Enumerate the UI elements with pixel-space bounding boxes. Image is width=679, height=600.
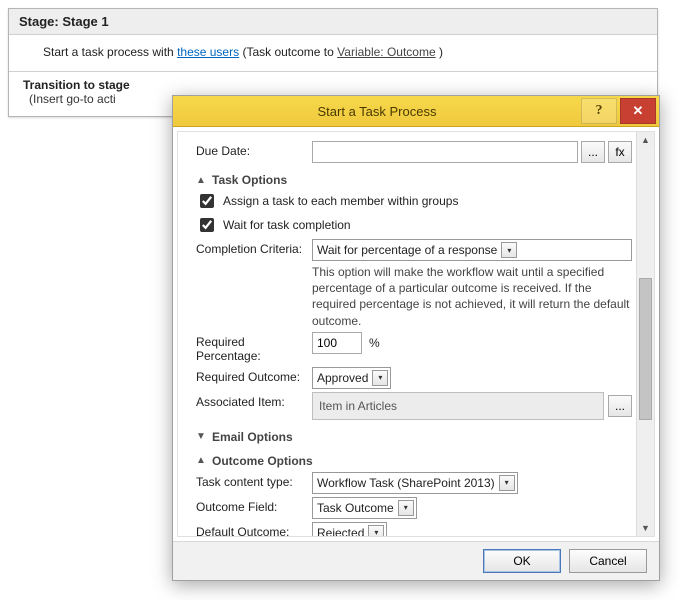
percent-sign: % — [369, 336, 380, 350]
assign-each-member-row: Assign a task to each member within grou… — [196, 191, 632, 211]
due-date-input[interactable] — [312, 141, 578, 163]
wait-completion-row: Wait for task completion — [196, 215, 632, 235]
outcome-options-label: Outcome Options — [212, 454, 313, 468]
required-percentage-field: % — [312, 332, 632, 354]
wait-completion-checkbox[interactable] — [200, 218, 214, 232]
due-date-browse-button[interactable]: ... — [581, 141, 605, 163]
completion-criteria-row: Completion Criteria: Wait for percentage… — [196, 239, 632, 329]
required-outcome-select[interactable]: Approved ▾ — [312, 367, 391, 389]
associated-item-browse-button[interactable]: ... — [608, 395, 632, 417]
associated-item-row: Associated Item: Item in Articles ... — [196, 392, 632, 420]
variable-outcome-link[interactable]: Variable: Outcome — [337, 45, 436, 59]
required-percentage-label: Required Percentage: — [196, 332, 312, 364]
help-button[interactable]: ? — [581, 98, 617, 124]
stage-body: Start a task process with these users (T… — [9, 35, 657, 71]
default-outcome-value: Rejected — [317, 526, 364, 536]
associated-item-field: Item in Articles ... — [312, 392, 632, 420]
default-outcome-row: Default Outcome: Rejected ▾ This outcome… — [196, 522, 632, 536]
required-outcome-row: Required Outcome: Approved ▾ — [196, 367, 632, 389]
chevron-up-icon: ▲ — [196, 175, 206, 186]
stage-title: Stage: Stage 1 — [9, 9, 657, 35]
chevron-down-icon: ▾ — [372, 370, 388, 386]
scroll-up-arrow[interactable]: ▲ — [637, 132, 654, 148]
task-options-label: Task Options — [212, 173, 287, 187]
scroll-thumb[interactable] — [639, 278, 652, 420]
start-task-process-dialog: Start a Task Process ? ✕ Due Date: ... f… — [172, 95, 660, 581]
outcome-field-row: Outcome Field: Task Outcome ▾ — [196, 497, 632, 519]
task-content-type-field: Workflow Task (SharePoint 2013) ▾ — [312, 472, 632, 494]
default-outcome-select[interactable]: Rejected ▾ — [312, 522, 387, 536]
dialog-button-bar: OK Cancel — [173, 541, 659, 580]
outcome-field-field: Task Outcome ▾ — [312, 497, 632, 519]
scroll-down-arrow[interactable]: ▼ — [637, 520, 654, 536]
vertical-scrollbar[interactable]: ▲ ▼ — [636, 132, 654, 536]
completion-criteria-field: Wait for percentage of a response ▾ This… — [312, 239, 632, 329]
outcome-options-header[interactable]: ▲ Outcome Options — [196, 454, 632, 468]
required-outcome-field: Approved ▾ — [312, 367, 632, 389]
outcome-field-select[interactable]: Task Outcome ▾ — [312, 497, 417, 519]
task-content-type-row: Task content type: Workflow Task (ShareP… — [196, 472, 632, 494]
scroll-track[interactable] — [637, 148, 654, 520]
dialog-content-wrap: Due Date: ... fx ▲ Task Options Assign a… — [177, 131, 655, 537]
close-button[interactable]: ✕ — [620, 98, 656, 124]
action-text-mid: (Task outcome to — [239, 45, 337, 59]
due-date-field: ... fx — [312, 141, 632, 163]
chevron-down-icon: ▾ — [501, 242, 517, 258]
these-users-link[interactable]: these users — [177, 45, 239, 59]
transition-title: Transition to stage — [23, 78, 647, 92]
assign-each-member-checkbox[interactable] — [200, 194, 214, 208]
required-percentage-row: Required Percentage: % — [196, 332, 632, 364]
required-outcome-label: Required Outcome: — [196, 367, 312, 384]
due-date-fx-button[interactable]: fx — [608, 141, 632, 163]
email-options-section: ▼ Email Options — [196, 430, 632, 444]
chevron-down-icon: ▾ — [499, 475, 515, 491]
email-options-label: Email Options — [212, 430, 293, 444]
completion-criteria-select[interactable]: Wait for percentage of a response ▾ — [312, 239, 632, 261]
wait-completion-label: Wait for task completion — [223, 218, 351, 232]
due-date-label: Due Date: — [196, 141, 312, 158]
associated-item-label: Associated Item: — [196, 392, 312, 409]
outcome-options-section: ▲ Outcome Options — [196, 454, 632, 468]
completion-criteria-value: Wait for percentage of a response — [317, 243, 497, 257]
task-content-type-select[interactable]: Workflow Task (SharePoint 2013) ▾ — [312, 472, 518, 494]
email-options-header[interactable]: ▼ Email Options — [196, 430, 632, 444]
chevron-up-icon: ▲ — [196, 455, 206, 466]
dialog-titlebar: Start a Task Process ? ✕ — [173, 96, 659, 127]
associated-item-value: Item in Articles — [312, 392, 604, 420]
task-options-section: ▲ Task Options — [196, 173, 632, 187]
chevron-down-icon: ▾ — [398, 500, 414, 516]
task-options-header[interactable]: ▲ Task Options — [196, 173, 632, 187]
chevron-down-icon: ▼ — [196, 431, 206, 442]
default-outcome-label: Default Outcome: — [196, 522, 312, 536]
dialog-content: Due Date: ... fx ▲ Task Options Assign a… — [178, 132, 636, 536]
required-percentage-input[interactable] — [312, 332, 362, 354]
assign-each-member-label: Assign a task to each member within grou… — [223, 194, 458, 208]
task-content-type-value: Workflow Task (SharePoint 2013) — [317, 476, 495, 490]
outcome-field-value: Task Outcome — [317, 501, 394, 515]
default-outcome-field: Rejected ▾ This outcome is used if the t… — [312, 522, 632, 536]
action-text-suffix: ) — [436, 45, 443, 59]
chevron-down-icon: ▾ — [368, 525, 384, 536]
action-text-prefix: Start a task process with — [43, 45, 177, 59]
completion-criteria-label: Completion Criteria: — [196, 239, 312, 256]
outcome-field-label: Outcome Field: — [196, 497, 312, 514]
due-date-row: Due Date: ... fx — [196, 141, 632, 163]
dialog-title: Start a Task Process — [173, 104, 581, 119]
cancel-button[interactable]: Cancel — [569, 549, 647, 573]
ok-button[interactable]: OK — [483, 549, 561, 573]
task-content-type-label: Task content type: — [196, 472, 312, 489]
completion-criteria-desc: This option will make the workflow wait … — [312, 264, 632, 329]
required-outcome-value: Approved — [317, 371, 368, 385]
